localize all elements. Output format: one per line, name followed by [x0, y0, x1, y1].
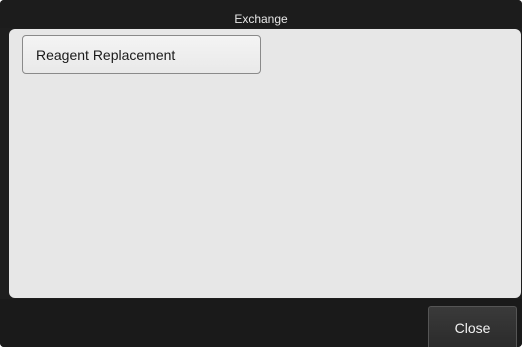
bottom-bar: Close: [0, 299, 522, 347]
content-panel: Reagent Replacement: [9, 29, 521, 298]
close-button-label: Close: [454, 320, 491, 336]
dialog-title: Exchange: [234, 12, 288, 26]
exchange-dialog: Exchange Reagent Replacement Close: [0, 0, 522, 347]
reagent-replacement-button[interactable]: Reagent Replacement: [22, 35, 261, 74]
title-bar: Exchange: [0, 0, 522, 28]
reagent-replacement-label: Reagent Replacement: [36, 47, 176, 63]
close-button[interactable]: Close: [428, 306, 517, 347]
